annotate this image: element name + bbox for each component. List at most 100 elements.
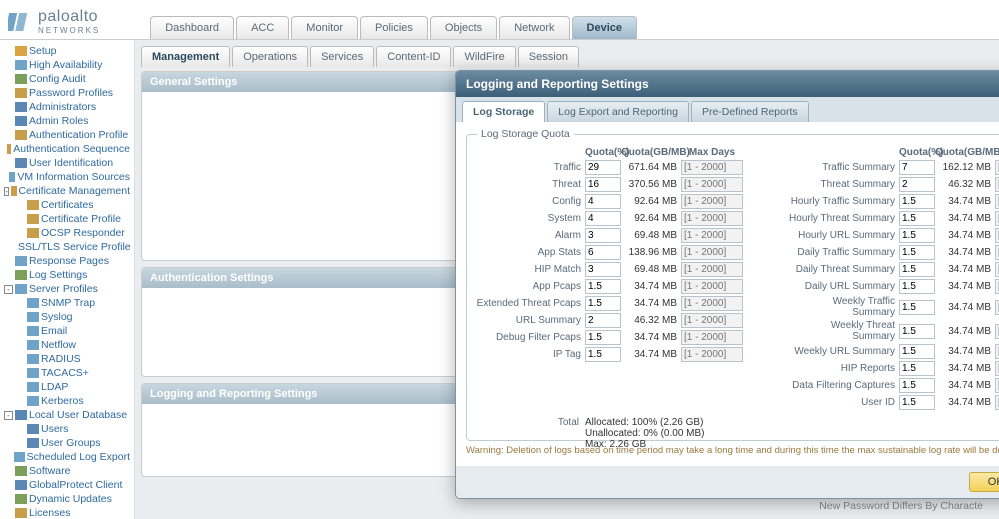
- quota-input[interactable]: [585, 330, 621, 345]
- sidebar-item-administrators[interactable]: Administrators: [2, 100, 132, 114]
- sidebar-item-ocsp-responder[interactable]: OCSP Responder: [2, 226, 132, 240]
- quota-input[interactable]: [899, 300, 935, 315]
- quota-input[interactable]: [899, 177, 935, 192]
- subtab-services[interactable]: Services: [310, 46, 374, 67]
- ok-button[interactable]: OK: [969, 472, 999, 492]
- sidebar-item-authentication-profile[interactable]: Authentication Profile: [2, 128, 132, 142]
- sidebar-item-certificate-profile[interactable]: Certificate Profile: [2, 212, 132, 226]
- sidebar-item-certificates[interactable]: Certificates: [2, 198, 132, 212]
- quota-input[interactable]: [899, 344, 935, 359]
- sidebar-item-netflow[interactable]: Netflow: [2, 338, 132, 352]
- quota-input[interactable]: [585, 262, 621, 277]
- sidebar-item-log-settings[interactable]: Log Settings: [2, 268, 132, 282]
- maxdays-input[interactable]: [681, 211, 743, 226]
- maxdays-input[interactable]: [995, 194, 999, 209]
- quota-input[interactable]: [585, 160, 621, 175]
- toptab-device[interactable]: Device: [572, 16, 637, 39]
- maxdays-input[interactable]: [995, 262, 999, 277]
- expand-icon[interactable]: -: [4, 285, 13, 294]
- quota-input[interactable]: [585, 228, 621, 243]
- quota-input[interactable]: [899, 245, 935, 260]
- toptab-acc[interactable]: ACC: [236, 16, 289, 39]
- sidebar-item-user-identification[interactable]: User Identification: [2, 156, 132, 170]
- maxdays-input[interactable]: [681, 279, 743, 294]
- maxdays-input[interactable]: [995, 344, 999, 359]
- maxdays-input[interactable]: [681, 245, 743, 260]
- maxdays-input[interactable]: [995, 395, 999, 410]
- sidebar-item-snmp-trap[interactable]: SNMP Trap: [2, 296, 132, 310]
- sidebar-item-admin-roles[interactable]: Admin Roles: [2, 114, 132, 128]
- quota-input[interactable]: [585, 296, 621, 311]
- maxdays-input[interactable]: [681, 313, 743, 328]
- sidebar-item-response-pages[interactable]: Response Pages: [2, 254, 132, 268]
- maxdays-input[interactable]: [681, 296, 743, 311]
- maxdays-input[interactable]: [995, 279, 999, 294]
- sidebar-item-licenses[interactable]: Licenses: [2, 506, 132, 519]
- quota-input[interactable]: [899, 361, 935, 376]
- maxdays-input[interactable]: [681, 228, 743, 243]
- maxdays-input[interactable]: [995, 245, 999, 260]
- quota-input[interactable]: [585, 211, 621, 226]
- sidebar-item-vm-information-sources[interactable]: VM Information Sources: [2, 170, 132, 184]
- toptab-objects[interactable]: Objects: [430, 16, 497, 39]
- sidebar-item-user-groups[interactable]: User Groups: [2, 436, 132, 450]
- sidebar-item-tacacs-[interactable]: TACACS+: [2, 366, 132, 380]
- maxdays-input[interactable]: [681, 160, 743, 175]
- sidebar-item-ssl-tls-service-profile[interactable]: SSL/TLS Service Profile: [2, 240, 132, 254]
- sidebar-item-certificate-management[interactable]: -Certificate Management: [2, 184, 132, 198]
- sidebar-item-kerberos[interactable]: Kerberos: [2, 394, 132, 408]
- sidebar-item-users[interactable]: Users: [2, 422, 132, 436]
- quota-input[interactable]: [899, 279, 935, 294]
- maxdays-input[interactable]: [995, 300, 999, 315]
- maxdays-input[interactable]: [995, 211, 999, 226]
- sidebar-item-config-audit[interactable]: Config Audit: [2, 72, 132, 86]
- maxdays-input[interactable]: [995, 177, 999, 192]
- sidebar-item-server-profiles[interactable]: -Server Profiles: [2, 282, 132, 296]
- sidebar-item-email[interactable]: Email: [2, 324, 132, 338]
- sidebar-item-software[interactable]: Software: [2, 464, 132, 478]
- maxdays-input[interactable]: [681, 177, 743, 192]
- quota-input[interactable]: [585, 313, 621, 328]
- modal-tab-log-export-and-reporting[interactable]: Log Export and Reporting: [547, 101, 689, 122]
- sidebar-item-authentication-sequence[interactable]: Authentication Sequence: [2, 142, 132, 156]
- sidebar-item-setup[interactable]: Setup: [2, 44, 132, 58]
- maxdays-input[interactable]: [681, 262, 743, 277]
- subtab-wildfire[interactable]: WildFire: [453, 46, 515, 67]
- sidebar-item-password-profiles[interactable]: Password Profiles: [2, 86, 132, 100]
- expand-icon[interactable]: -: [4, 187, 9, 196]
- maxdays-input[interactable]: [995, 361, 999, 376]
- maxdays-input[interactable]: [995, 228, 999, 243]
- toptab-monitor[interactable]: Monitor: [291, 16, 358, 39]
- maxdays-input[interactable]: [995, 324, 999, 339]
- maxdays-input[interactable]: [995, 160, 999, 175]
- subtab-content-id[interactable]: Content-ID: [376, 46, 451, 67]
- subtab-session[interactable]: Session: [518, 46, 579, 67]
- quota-input[interactable]: [899, 324, 935, 339]
- quota-input[interactable]: [585, 245, 621, 260]
- sidebar-item-dynamic-updates[interactable]: Dynamic Updates: [2, 492, 132, 506]
- quota-input[interactable]: [899, 228, 935, 243]
- maxdays-input[interactable]: [681, 194, 743, 209]
- sidebar-item-local-user-database[interactable]: -Local User Database: [2, 408, 132, 422]
- quota-input[interactable]: [585, 347, 621, 362]
- maxdays-input[interactable]: [681, 347, 743, 362]
- quota-input[interactable]: [899, 395, 935, 410]
- sidebar-item-radius[interactable]: RADIUS: [2, 352, 132, 366]
- sidebar-item-ldap[interactable]: LDAP: [2, 380, 132, 394]
- quota-input[interactable]: [899, 378, 935, 393]
- toptab-policies[interactable]: Policies: [360, 16, 428, 39]
- subtab-management[interactable]: Management: [141, 46, 230, 67]
- maxdays-input[interactable]: [681, 330, 743, 345]
- quota-input[interactable]: [899, 262, 935, 277]
- quota-input[interactable]: [899, 194, 935, 209]
- toptab-network[interactable]: Network: [499, 16, 569, 39]
- quota-input[interactable]: [585, 279, 621, 294]
- quota-input[interactable]: [899, 160, 935, 175]
- maxdays-input[interactable]: [995, 378, 999, 393]
- toptab-dashboard[interactable]: Dashboard: [150, 16, 234, 39]
- quota-input[interactable]: [585, 194, 621, 209]
- modal-tab-log-storage[interactable]: Log Storage: [462, 101, 545, 122]
- expand-icon[interactable]: -: [4, 411, 13, 420]
- sidebar-item-scheduled-log-export[interactable]: Scheduled Log Export: [2, 450, 132, 464]
- modal-tab-pre-defined-reports[interactable]: Pre-Defined Reports: [691, 101, 809, 122]
